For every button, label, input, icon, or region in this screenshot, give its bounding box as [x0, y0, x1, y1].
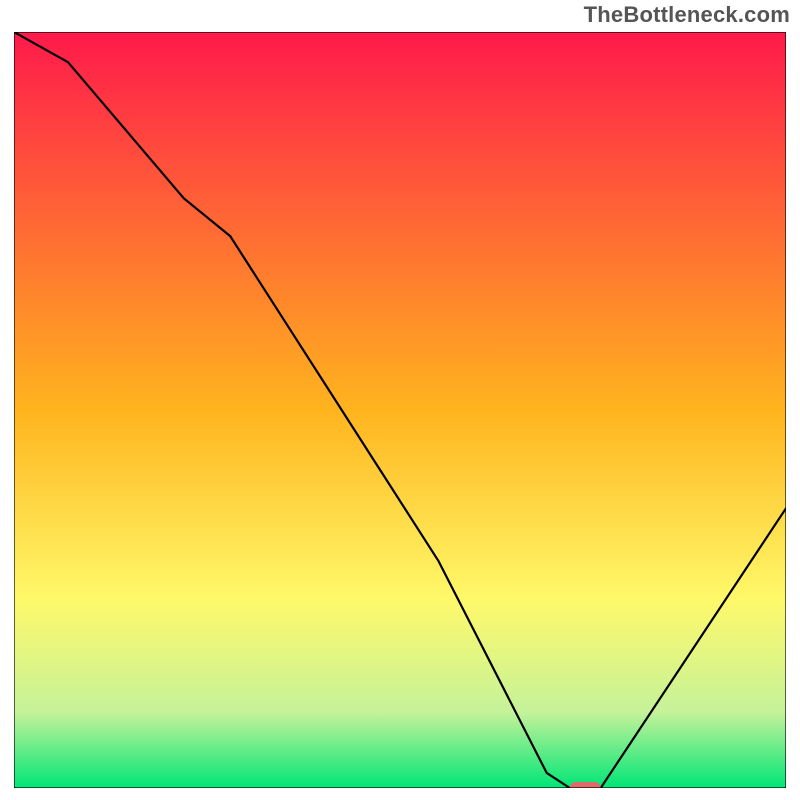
bottleneck-chart [14, 32, 786, 788]
chart-background [14, 32, 786, 788]
chart-container: TheBottleneck.com [0, 0, 800, 800]
watermark-text: TheBottleneck.com [584, 2, 790, 28]
optimum-marker [570, 782, 601, 788]
